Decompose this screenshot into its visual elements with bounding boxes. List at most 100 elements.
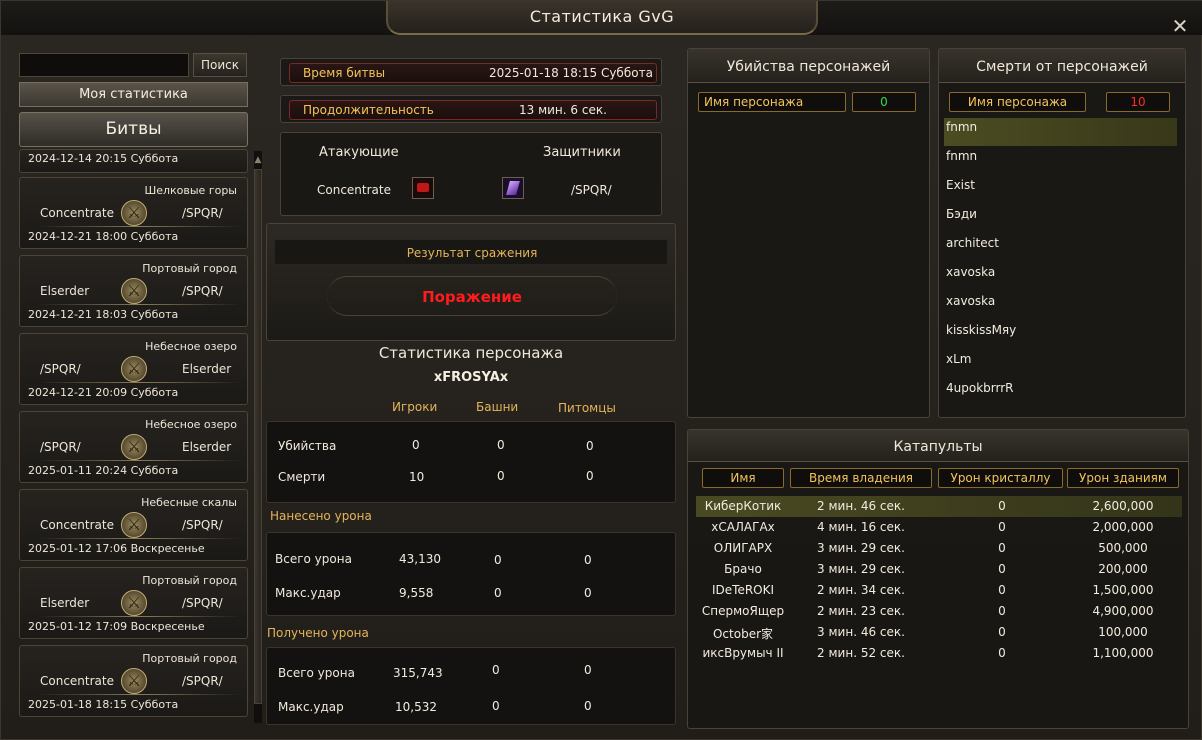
battle-attacker: /SPQR/ [40, 362, 81, 376]
recv-max-towers: 0 [492, 699, 500, 713]
recv-total-players: 315,743 [393, 666, 443, 680]
death-name-row[interactable]: 4upokbrrrR [946, 381, 1013, 395]
scroll-up-icon[interactable]: ▲ [253, 155, 263, 167]
battle-item[interactable]: Портовый город Elserder ⚔ /SPQR/2025-01-12 … [19, 567, 248, 639]
cat-building-dmg: 100,000 [1098, 625, 1148, 639]
cat-time: 2 мин. 34 сек. [817, 583, 905, 597]
gvg-stats-window: Статистика GvG ✕ Поиск Моя статистика Би… [0, 0, 1202, 740]
cat-time: 2 мин. 52 сек. [817, 646, 905, 660]
defenders-label: Защитники [543, 145, 621, 160]
crossed-swords-icon: ⚔ [121, 668, 147, 694]
crossed-swords-icon: ⚔ [121, 512, 147, 538]
death-name-row[interactable]: Exist [946, 178, 975, 192]
death-name-row[interactable]: kisskissМяу [946, 323, 1016, 337]
battle-attacker: Concentrate [40, 206, 114, 220]
catapult-row[interactable]: ОЛИГАРХ 3 мин. 29 сек. 0 500,000 [696, 538, 1182, 559]
cat-building-dmg: 2,600,000 [1092, 499, 1154, 513]
attackers-label: Атакующие [319, 145, 399, 160]
catapult-row[interactable]: хСАЛАГАх 4 мин. 16 сек. 0 2,000,000 [696, 517, 1182, 538]
cat-name: Брачо [724, 562, 762, 576]
battle-attacker: Concentrate [40, 518, 114, 532]
battle-item[interactable]: Шелковые горы Concentrate ⚔ /SPQR/2024-12-2… [19, 177, 248, 249]
catapult-row[interactable]: иксВрумыч II 2 мин. 52 сек. 0 1,100,000 [696, 643, 1182, 664]
divider [38, 616, 241, 617]
catapult-row[interactable]: Брачо 3 мин. 29 сек. 0 200,000 [696, 559, 1182, 580]
battle-attacker: Elserder [40, 284, 90, 298]
catapult-row[interactable]: КиберКотик 2 мин. 46 сек. 0 2,600,000 [696, 496, 1182, 517]
cat-col-time: Время владения [790, 468, 932, 488]
battle-location: Небесное озеро [145, 418, 237, 431]
battle-datetime: 2025-01-11 20:24 Суббота [28, 464, 179, 477]
battle-item[interactable]: Портовый город Concentrate ⚔ /SPQR/2025-01-… [19, 645, 248, 717]
cat-building-dmg: 1,100,000 [1092, 646, 1154, 660]
cat-col-buildings: Урон зданиям [1067, 468, 1179, 488]
battle-defender: Elserder [182, 362, 232, 376]
death-name-row[interactable]: Бэди [946, 207, 977, 221]
result-value: Поражение [422, 288, 522, 306]
battle-location: Портовый город [142, 574, 237, 587]
cat-building-dmg: 500,000 [1098, 541, 1148, 555]
close-icon[interactable]: ✕ [1169, 15, 1191, 37]
battle-datetime: 2024-12-21 18:00 Суббота [28, 230, 179, 243]
dealt-max-pets: 0 [584, 586, 592, 600]
catapult-row[interactable]: СпермоЯщер 2 мин. 23 сек. 0 4,900,000 [696, 601, 1182, 622]
cat-crystal-dmg: 0 [998, 625, 1006, 639]
dealt-total-players: 43,130 [399, 552, 441, 566]
death-name-row[interactable]: xLm [946, 352, 971, 366]
battle-datetime: 2024-12-14 20:15 Суббота [28, 152, 179, 165]
duration-label: Продолжительность [303, 103, 434, 117]
catapult-row[interactable]: October家 3 мин. 46 сек. 0 100,000 [696, 622, 1182, 643]
scrollbar-thumb[interactable] [254, 169, 262, 704]
cat-time: 2 мин. 46 сек. [817, 499, 905, 513]
battle-item[interactable]: Небесные скалы Concentrate ⚔ /SPQR/2025-01-… [19, 489, 248, 561]
kills-count: 0 [852, 92, 916, 112]
divider [38, 694, 241, 695]
battle-datetime: 2024-12-21 20:09 Суббота [28, 386, 179, 399]
catapult-row[interactable]: IDeTeROKI 2 мин. 34 сек. 0 1,500,000 [696, 580, 1182, 601]
battle-location: Небесное озеро [145, 340, 237, 353]
death-name-row[interactable]: xavoska [946, 265, 995, 279]
battle-item[interactable]: Небесное озеро/SPQR/ ⚔ Elserder 2025-01-11 … [19, 411, 248, 483]
cat-crystal-dmg: 0 [998, 562, 1006, 576]
crossed-swords-icon: ⚔ [121, 434, 147, 460]
death-name-row[interactable]: architect [946, 236, 999, 250]
cat-crystal-dmg: 0 [998, 520, 1006, 534]
dealt-max-players: 9,558 [399, 586, 434, 600]
deaths-players: 10 [409, 470, 425, 484]
dealt-max-label: Макс.удар [275, 586, 341, 600]
deaths-label: Смерти [278, 470, 326, 484]
cat-name: КиберКотик [704, 499, 782, 513]
col-pets: Питомцы [558, 401, 616, 415]
battle-defender: /SPQR/ [182, 596, 223, 610]
my-stats-button[interactable]: Моя статистика [19, 82, 248, 107]
battle-item[interactable]: Небесное озеро/SPQR/ ⚔ Elserder 2024-12-21 … [19, 333, 248, 405]
battle-datetime: 2024-12-21 18:03 Суббота [28, 308, 179, 321]
search-button[interactable]: Поиск [193, 53, 247, 77]
cat-col-crystal: Урон кристаллу [938, 468, 1063, 488]
crossed-swords-icon: ⚔ [121, 590, 147, 616]
kills-towers: 0 [497, 438, 505, 452]
death-name-row[interactable]: fnmn [946, 120, 977, 134]
kills-label: Убийства [278, 439, 337, 453]
crossed-swords-icon: ⚔ [121, 356, 147, 382]
battle-time-row: Время битвы 2025-01-18 18:15 Суббота [280, 58, 662, 86]
recv-total-towers: 0 [492, 663, 500, 677]
search-input[interactable] [19, 53, 189, 77]
cat-name: хСАЛАГАх [711, 520, 775, 534]
result-label: Результат сражения [406, 246, 538, 260]
window-title: Статистика GvG [386, 1, 818, 35]
kills-panel-title: Убийства персонажей [726, 59, 891, 75]
battle-time-value: 2025-01-18 18:15 Суббота [489, 66, 653, 80]
battle-location: Небесные скалы [141, 496, 237, 509]
selected-row-highlight [944, 118, 1177, 146]
battle-item[interactable]: 2024-12-14 20:15 Суббота [19, 149, 248, 173]
duration-value: 13 мин. 6 сек. [519, 103, 607, 117]
damage-dealt-header: Нанесено урона [270, 509, 372, 523]
divider [38, 304, 241, 305]
cat-building-dmg: 2,000,000 [1092, 520, 1154, 534]
battle-datetime: 2025-01-18 18:15 Суббота [28, 698, 179, 711]
battle-attacker: Elserder [40, 596, 90, 610]
battle-item[interactable]: Портовый город Elserder ⚔ /SPQR/2024-12-21 … [19, 255, 248, 327]
death-name-row[interactable]: fnmn [946, 149, 977, 163]
death-name-row[interactable]: xavoska [946, 294, 995, 308]
